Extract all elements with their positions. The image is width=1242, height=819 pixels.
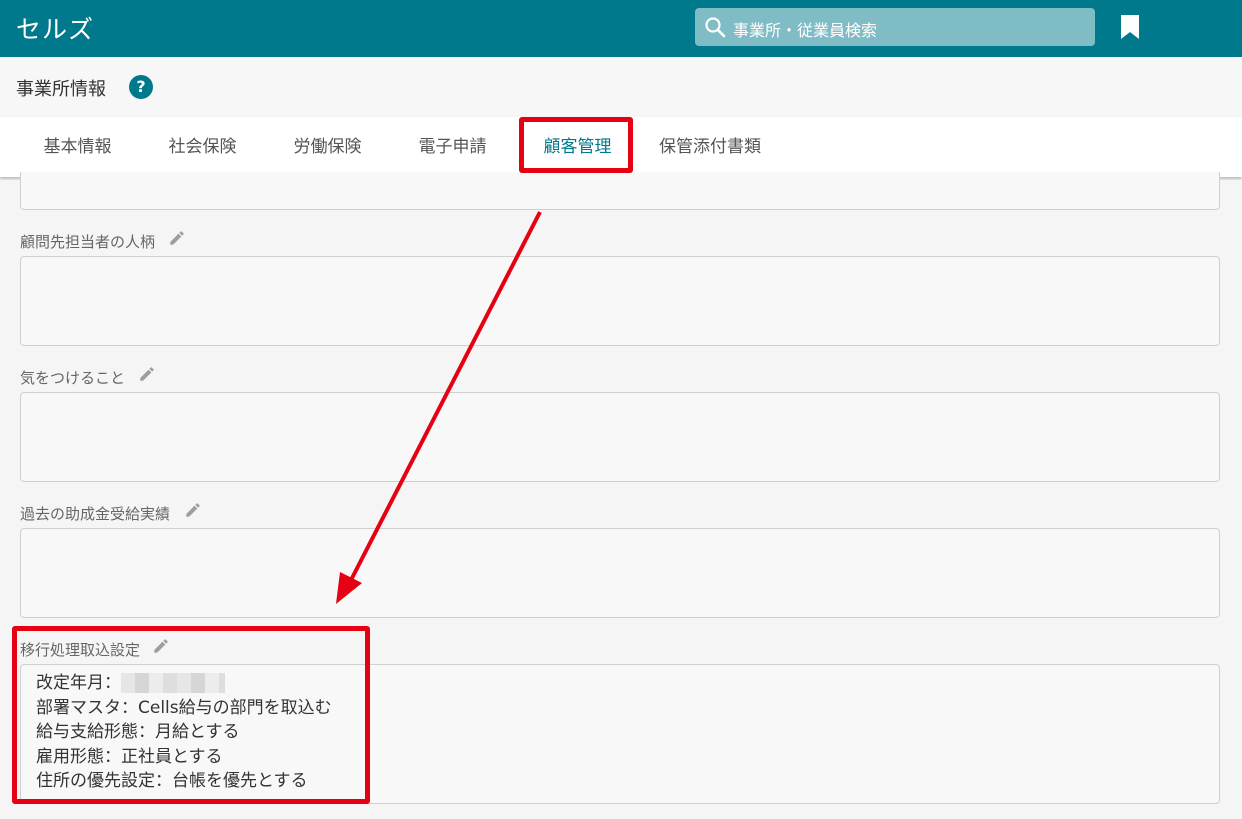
tab-highlight-box xyxy=(519,117,633,173)
settings-highlight-box xyxy=(12,626,370,804)
cautions-field[interactable] xyxy=(20,392,1220,482)
pencil-edit-icon[interactable] xyxy=(184,501,202,519)
tab-basic-info[interactable]: 基本情報 xyxy=(20,117,135,177)
previous-field-box[interactable] xyxy=(20,172,1220,210)
pencil-edit-icon[interactable] xyxy=(138,365,156,383)
top-app-bar: セルズ 事業所・従業員検索 xyxy=(0,0,1242,57)
field-label-advisor-personality: 顧問先担当者の人柄 xyxy=(20,233,156,251)
tab-social-insurance[interactable]: 社会保険 xyxy=(145,117,260,177)
tab-stored-attachments[interactable]: 保管添付書類 xyxy=(645,117,775,177)
advisor-personality-field[interactable] xyxy=(20,256,1220,346)
field-label-subsidy-history: 過去の助成金受給実績 xyxy=(20,505,171,523)
subsidy-history-field[interactable] xyxy=(20,528,1220,618)
page-header: 事業所情報 ? xyxy=(0,57,1242,117)
page-title: 事業所情報 xyxy=(16,79,106,100)
tab-labor-insurance[interactable]: 労働保険 xyxy=(270,117,385,177)
field-label-cautions: 気をつけること xyxy=(20,369,126,387)
search-icon xyxy=(705,17,726,38)
help-icon[interactable]: ? xyxy=(129,75,153,99)
search-input[interactable]: 事業所・従業員検索 xyxy=(695,8,1095,46)
tab-e-application[interactable]: 電子申請 xyxy=(395,117,510,177)
app-logo-title[interactable]: セルズ xyxy=(16,10,94,46)
bookmark-icon[interactable] xyxy=(1120,14,1140,40)
search-placeholder: 事業所・従業員検索 xyxy=(733,21,878,40)
pencil-edit-icon[interactable] xyxy=(168,229,186,247)
